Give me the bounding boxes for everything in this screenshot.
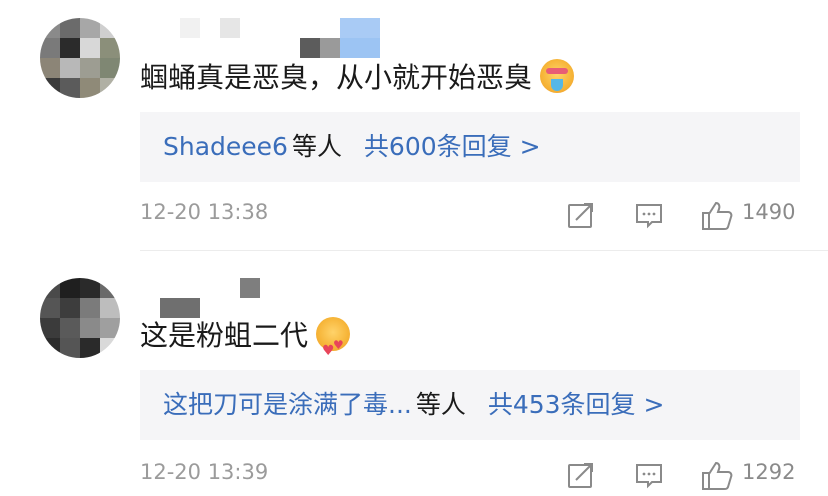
- reply-summary[interactable]: Shadeee6 等人 共600条回复 >: [140, 112, 800, 182]
- username[interactable]: [240, 278, 260, 298]
- avatar[interactable]: [40, 18, 120, 98]
- user-badge: [300, 18, 380, 38]
- like-icon[interactable]: [700, 460, 734, 492]
- timestamp: 12-20 13:39: [140, 460, 269, 484]
- like-count: 1490: [742, 200, 796, 224]
- avatar[interactable]: [40, 278, 120, 358]
- comment-icon[interactable]: [634, 460, 664, 492]
- comment-text: 蝈蛹真是恶臭，从小就开始恶臭: [140, 58, 575, 98]
- reply-etc: 等人: [415, 390, 466, 419]
- reply-count-link[interactable]: 共453条回复 >: [488, 390, 665, 419]
- heart-face-icon: [316, 317, 351, 371]
- divider: [140, 250, 828, 251]
- comment-icon[interactable]: [634, 200, 664, 232]
- share-icon[interactable]: [566, 200, 596, 232]
- like-icon[interactable]: [700, 200, 734, 232]
- timestamp: 12-20 13:38: [140, 200, 269, 224]
- username[interactable]: [180, 18, 240, 38]
- reply-count-link[interactable]: 共600条回复 >: [364, 132, 541, 161]
- comment-text: 这是粉蛆二代: [140, 316, 351, 371]
- reply-etc: 等人: [291, 132, 342, 161]
- share-icon[interactable]: [566, 460, 596, 492]
- comment-meta: 12-20 13:39 1292: [140, 456, 800, 496]
- comment-meta: 12-20 13:38 1490: [140, 196, 800, 236]
- like-count: 1292: [742, 460, 796, 484]
- user-badge-row2: [300, 38, 380, 58]
- reply-user[interactable]: 这把刀可是涂满了毒...: [163, 390, 412, 419]
- comment-item: 蝈蛹真是恶臭，从小就开始恶臭 Shadeee6 等人 共600条回复 > 12-2…: [0, 0, 828, 250]
- comment-item: 这是粉蛆二代 这把刀可是涂满了毒...等人 共453条回复 > 12-20 13…: [0, 252, 828, 496]
- reply-user[interactable]: Shadeee6: [163, 132, 288, 161]
- username-row2[interactable]: [160, 298, 200, 318]
- reply-summary[interactable]: 这把刀可是涂满了毒... 等人 共453条回复 >: [140, 370, 800, 440]
- hot-face-icon: [540, 59, 575, 93]
